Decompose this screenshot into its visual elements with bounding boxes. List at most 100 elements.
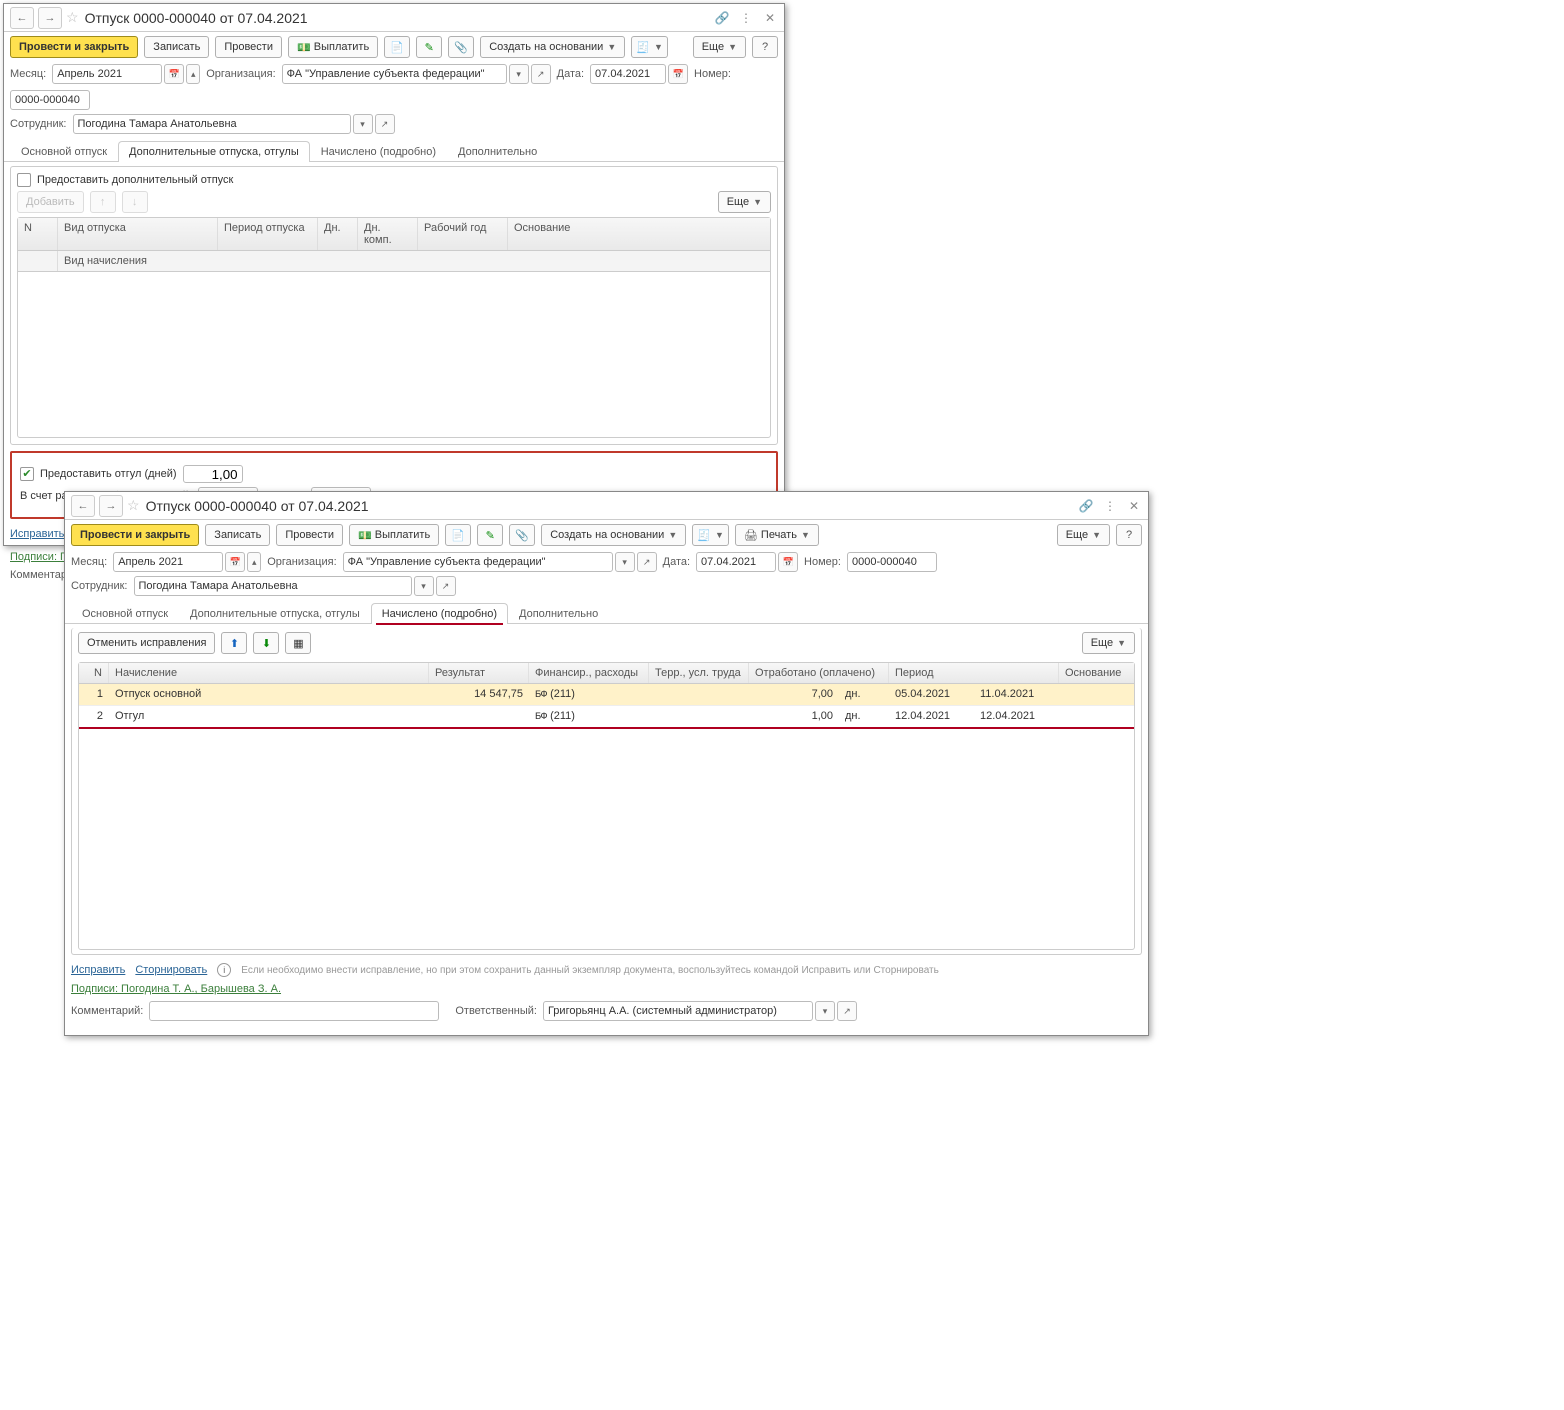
- link-icon[interactable]: 🔗: [714, 11, 730, 25]
- table-row[interactable]: 1 Отпуск основной 14 547,75 БФ (211) 7,0…: [79, 684, 1134, 706]
- tab-extra-vacation[interactable]: Дополнительные отпуска, отгулы: [118, 141, 310, 162]
- spin-up-icon[interactable]: ▴: [186, 64, 200, 84]
- clip-icon-button[interactable]: 📎: [448, 36, 474, 58]
- table-row[interactable]: 2 Отгул БФ (211) 1,00 дн. 12.04.2021 12.…: [79, 706, 1134, 729]
- panel-extra: Предоставить дополнительный отпуск Добав…: [10, 166, 778, 445]
- cell-wrk: 1,00: [749, 706, 839, 727]
- grid-icon-button[interactable]: ▦: [285, 632, 311, 654]
- more-button[interactable]: Еще▼: [693, 36, 746, 58]
- pay-button[interactable]: 💵 Выплатить: [349, 524, 439, 546]
- help-button[interactable]: ?: [752, 36, 778, 58]
- date-input[interactable]: [696, 552, 776, 572]
- post-button[interactable]: Провести: [276, 524, 343, 546]
- close-icon[interactable]: ✕: [762, 11, 778, 25]
- move-down-button[interactable]: ⬇: [253, 632, 279, 654]
- date-input[interactable]: [590, 64, 666, 84]
- dropdown-icon[interactable]: ▾: [615, 552, 635, 572]
- branch-button[interactable]: 🧾▼: [692, 524, 729, 546]
- dropdown-icon[interactable]: ▾: [414, 576, 434, 596]
- employee-input[interactable]: [134, 576, 412, 596]
- create-based-button[interactable]: Создать на основании▼: [480, 36, 625, 58]
- comment-input[interactable]: [149, 1001, 439, 1021]
- calendar-icon[interactable]: 📅: [778, 552, 798, 572]
- tab-additional[interactable]: Дополнительно: [447, 141, 548, 162]
- tab-extra-vacation[interactable]: Дополнительные отпуска, отгулы: [179, 603, 371, 624]
- open-icon[interactable]: ↗: [375, 114, 395, 134]
- cell-p2: 11.04.2021: [974, 684, 1059, 705]
- close-icon[interactable]: ✕: [1126, 499, 1142, 513]
- storno-link[interactable]: Сторнировать: [135, 964, 207, 976]
- org-input[interactable]: [282, 64, 507, 84]
- move-up-button[interactable]: ↑: [90, 191, 116, 213]
- pen-icon-button[interactable]: ✎: [477, 524, 503, 546]
- pay-button[interactable]: 💵 Выплатить: [288, 36, 378, 58]
- tab-accrued[interactable]: Начислено (подробно): [310, 141, 447, 162]
- responsible-input[interactable]: [543, 1001, 813, 1021]
- month-input[interactable]: [52, 64, 162, 84]
- cancel-fixes-button[interactable]: Отменить исправления: [78, 632, 215, 654]
- help-button[interactable]: ?: [1116, 524, 1142, 546]
- dayoff-days-input[interactable]: [183, 465, 243, 483]
- org-input[interactable]: [343, 552, 613, 572]
- back-button[interactable]: ←: [10, 7, 34, 29]
- more-button[interactable]: Еще▼: [1057, 524, 1110, 546]
- signatures-link[interactable]: Подписи: Погодина Т. А., Барышева З. А.: [65, 981, 287, 997]
- number-input[interactable]: [10, 90, 90, 110]
- th2-n: N: [79, 663, 109, 683]
- star-icon[interactable]: ☆: [66, 9, 79, 26]
- link-icon[interactable]: 🔗: [1078, 499, 1094, 513]
- calendar-icon[interactable]: 📅: [225, 552, 245, 572]
- create-based-button[interactable]: Создать на основании▼: [541, 524, 686, 546]
- kebab-icon[interactable]: ⋮: [738, 11, 754, 25]
- month-input[interactable]: [113, 552, 223, 572]
- star-icon[interactable]: ☆: [127, 497, 140, 514]
- tab-main-vacation[interactable]: Основной отпуск: [71, 603, 179, 624]
- employee-label: Сотрудник:: [10, 118, 67, 130]
- panel-more-button[interactable]: Еще▼: [1082, 632, 1135, 654]
- cell-p1: 12.04.2021: [889, 706, 974, 727]
- cell-p2: 12.04.2021: [974, 706, 1059, 727]
- employee-input[interactable]: [73, 114, 351, 134]
- post-close-button[interactable]: Провести и закрыть: [71, 524, 199, 546]
- post-close-button[interactable]: Провести и закрыть: [10, 36, 138, 58]
- fix-link[interactable]: Исправить: [71, 964, 125, 976]
- doc-icon-button[interactable]: 📄: [384, 36, 410, 58]
- tab-additional[interactable]: Дополнительно: [508, 603, 609, 624]
- back-button[interactable]: ←: [71, 495, 95, 517]
- tab-accrued[interactable]: Начислено (подробно): [371, 603, 508, 624]
- num-label: Номер:: [804, 556, 841, 568]
- pen-icon-button[interactable]: ✎: [416, 36, 442, 58]
- post-button[interactable]: Провести: [215, 36, 282, 58]
- extra-checkbox[interactable]: [17, 173, 31, 187]
- calendar-icon[interactable]: 📅: [668, 64, 688, 84]
- tabs: Основной отпуск Дополнительные отпуска, …: [65, 602, 1148, 624]
- number-input[interactable]: [847, 552, 937, 572]
- open-icon[interactable]: ↗: [837, 1001, 857, 1021]
- dayoff-checkbox[interactable]: [20, 467, 34, 481]
- move-down-button[interactable]: ↓: [122, 191, 148, 213]
- open-icon[interactable]: ↗: [531, 64, 551, 84]
- kebab-icon[interactable]: ⋮: [1102, 499, 1118, 513]
- fix-link[interactable]: Исправить: [10, 528, 64, 540]
- save-button[interactable]: Записать: [205, 524, 270, 546]
- calendar-icon[interactable]: 📅: [164, 64, 184, 84]
- branch-button[interactable]: 🧾▼: [631, 36, 668, 58]
- move-up-button[interactable]: ⬆: [221, 632, 247, 654]
- open-icon[interactable]: ↗: [436, 576, 456, 596]
- spin-up-icon[interactable]: ▴: [247, 552, 261, 572]
- dropdown-icon[interactable]: ▾: [509, 64, 529, 84]
- doc-icon-button[interactable]: 📄: [445, 524, 471, 546]
- clip-icon-button[interactable]: 📎: [509, 524, 535, 546]
- forward-button[interactable]: →: [38, 7, 62, 29]
- tab-main-vacation[interactable]: Основной отпуск: [10, 141, 118, 162]
- dropdown-icon[interactable]: ▾: [353, 114, 373, 134]
- open-icon[interactable]: ↗: [637, 552, 657, 572]
- panel-more-button[interactable]: Еще▼: [718, 191, 771, 213]
- save-button[interactable]: Записать: [144, 36, 209, 58]
- print-button[interactable]: 🖨 Печать▼: [735, 524, 819, 546]
- dropdown-icon[interactable]: ▾: [815, 1001, 835, 1021]
- forward-button[interactable]: →: [99, 495, 123, 517]
- add-button[interactable]: Добавить: [17, 191, 84, 213]
- date-label: Дата:: [663, 556, 690, 568]
- responsible-label: Ответственный:: [455, 1005, 537, 1017]
